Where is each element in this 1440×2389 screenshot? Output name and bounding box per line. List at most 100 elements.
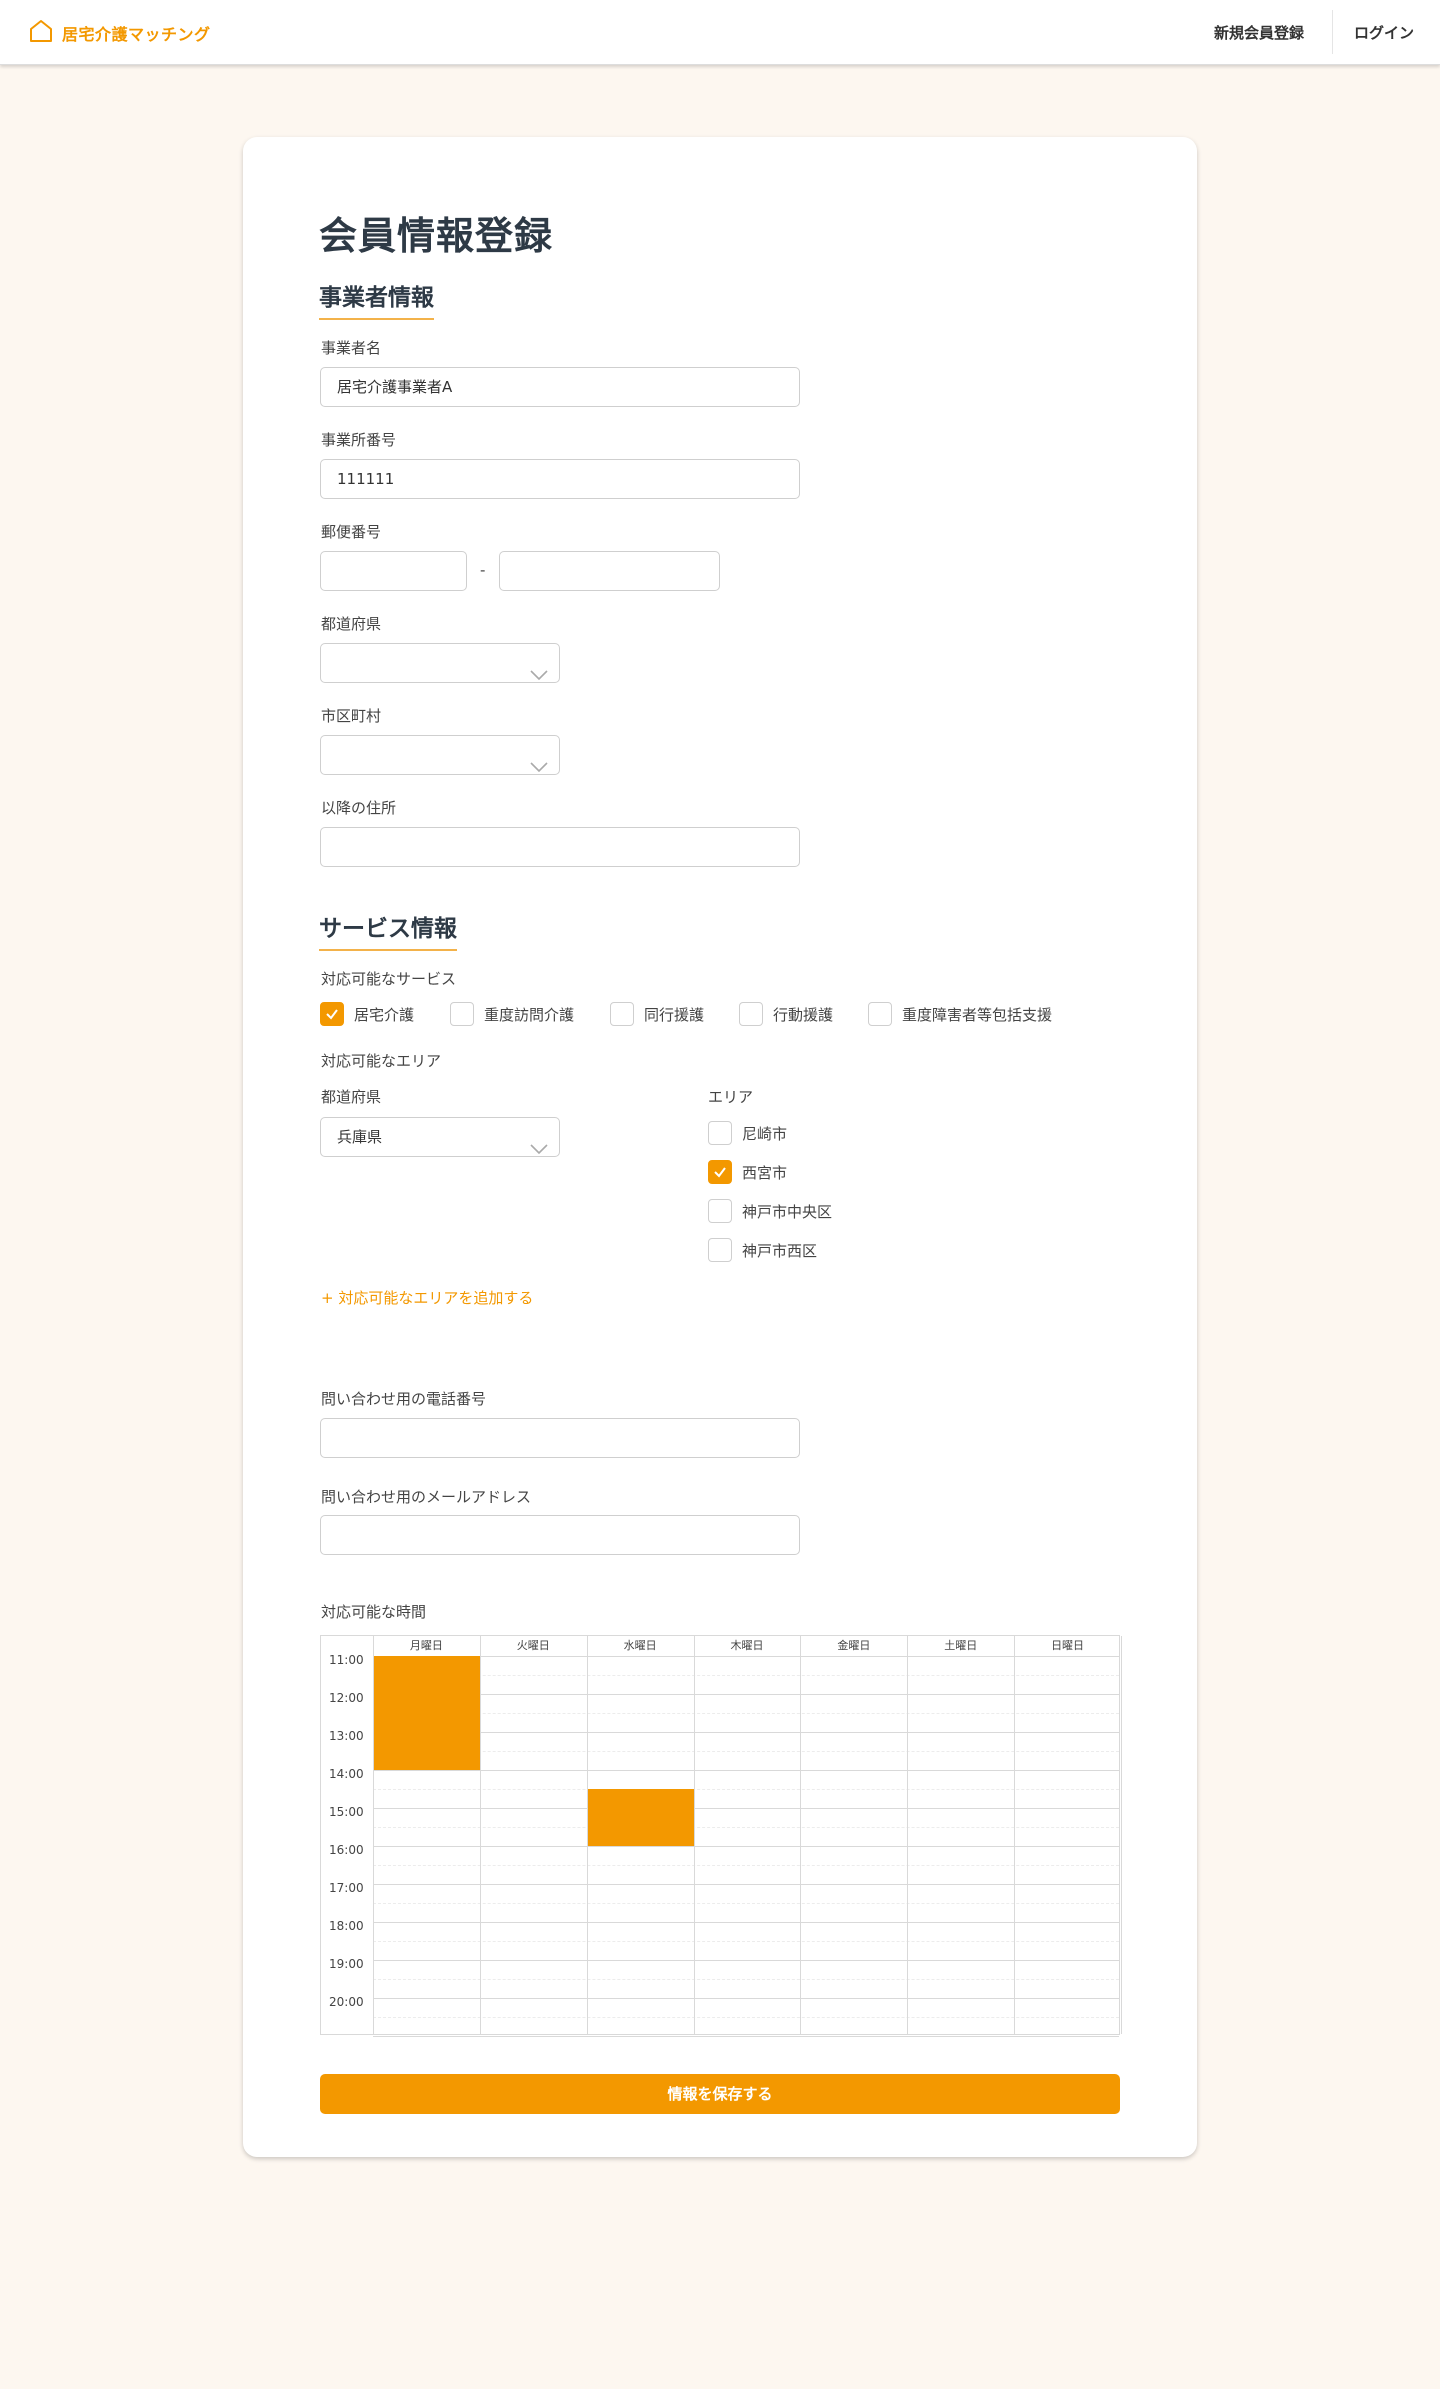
grid-column-line (800, 1636, 802, 2034)
postal-code-second-input[interactable] (499, 551, 720, 591)
chevron-down-icon (529, 1131, 549, 1169)
email-input[interactable] (320, 1515, 800, 1555)
day-header: 金曜日 (837, 1639, 871, 1652)
day-header: 水曜日 (623, 1639, 657, 1652)
day-header: 火曜日 (516, 1639, 550, 1652)
grid-line (373, 1846, 1119, 1847)
checkbox[interactable] (739, 1002, 763, 1026)
time-label: 14:00 (329, 1767, 364, 1781)
grid-line (373, 1827, 1119, 1828)
prefecture-select[interactable] (320, 643, 560, 683)
area-checkbox-0[interactable]: 尼崎市 (708, 1121, 787, 1145)
city-label: 市区町村 (321, 707, 382, 725)
add-area-link[interactable]: + 対応可能なエリアを追加する (321, 1287, 533, 1308)
grid-line (373, 2036, 1119, 2037)
services-label: 対応可能なサービス (321, 970, 457, 988)
address-label: 以降の住所 (321, 799, 397, 817)
checkbox[interactable] (708, 1199, 732, 1223)
day-header: 日曜日 (1051, 1639, 1085, 1652)
service-section-title: サービス情報 (319, 909, 457, 951)
grid-line (373, 1808, 1119, 1809)
grid-line (373, 1941, 1119, 1942)
checkbox[interactable] (708, 1121, 732, 1145)
grid-line (373, 1922, 1119, 1923)
grid-line (373, 1979, 1119, 1980)
grid-line (373, 1884, 1119, 1885)
checkbox[interactable] (610, 1002, 634, 1026)
service-label: 行動援護 (773, 1005, 834, 1024)
time-label: 15:00 (329, 1805, 364, 1819)
grid-column-line (1121, 1636, 1122, 2034)
area-checkbox-1[interactable]: 西宮市 (708, 1160, 787, 1184)
house-icon (28, 18, 54, 48)
business-name-label: 事業者名 (321, 339, 382, 357)
service-checkbox-3[interactable]: 行動援護 (739, 1002, 833, 1026)
postal-code-label: 郵便番号 (321, 523, 382, 541)
address-input[interactable] (320, 827, 800, 867)
day-header: 月曜日 (409, 1639, 443, 1652)
grid-line (373, 1789, 1119, 1790)
area-label: 対応可能なエリア (321, 1052, 442, 1070)
service-checkbox-0[interactable]: 居宅介護 (320, 1002, 414, 1026)
area-name: 西宮市 (742, 1163, 788, 1182)
day-header: 木曜日 (730, 1639, 764, 1652)
area-prefecture-select[interactable]: 兵庫県 (320, 1117, 560, 1157)
business-section-title: 事業者情報 (319, 278, 434, 320)
save-button[interactable]: 情報を保存する (320, 2074, 1120, 2114)
time-label: 11:00 (329, 1653, 364, 1667)
service-checkbox-2[interactable]: 同行援護 (610, 1002, 704, 1026)
grid-column-line (693, 1636, 695, 2034)
register-link[interactable]: 新規会員登録 (1214, 22, 1304, 43)
schedule-grid[interactable]: 月曜日 火曜日 水曜日 木曜日 金曜日 土曜日 日曜日 11:00 12:00 13:00 14:0… (320, 1635, 1122, 2037)
checkbox-checked[interactable] (320, 1002, 344, 1026)
time-label: 17:00 (329, 1881, 364, 1895)
office-number-label: 事業所番号 (321, 431, 397, 449)
service-label: 重度訪問介護 (484, 1005, 575, 1024)
phone-input[interactable] (320, 1418, 800, 1458)
area-list-label: エリア (708, 1088, 754, 1106)
grid-line (373, 1770, 1119, 1771)
grid-line (373, 1998, 1119, 1999)
brand-logo[interactable]: 居宅介護マッチング (28, 18, 211, 48)
area-prefecture-label: 都道府県 (321, 1088, 382, 1106)
checkbox[interactable] (708, 1238, 732, 1262)
time-label: 13:00 (329, 1729, 364, 1743)
checkbox-checked[interactable] (708, 1160, 732, 1184)
availability-block[interactable] (587, 1789, 694, 1846)
chevron-down-icon (529, 657, 549, 695)
area-prefecture-value: 兵庫県 (337, 1128, 383, 1146)
grid-line (373, 2017, 1119, 2018)
grid-column-line (1014, 1636, 1016, 2034)
service-checkbox-1[interactable]: 重度訪問介護 (450, 1002, 574, 1026)
email-label: 問い合わせ用のメールアドレス (321, 1488, 532, 1506)
time-label: 19:00 (329, 1957, 364, 1971)
phone-label: 問い合わせ用の電話番号 (321, 1390, 487, 1408)
postal-code-separator: - (480, 561, 486, 579)
grid-line (373, 1713, 1119, 1714)
checkbox[interactable] (868, 1002, 892, 1026)
grid-line (373, 1675, 1119, 1676)
grid-line (373, 1732, 1119, 1733)
login-link[interactable]: ログイン (1354, 22, 1414, 43)
service-label: 居宅介護 (354, 1005, 415, 1024)
grid-line (373, 1865, 1119, 1866)
time-label: 12:00 (329, 1691, 364, 1705)
time-label: 18:00 (329, 1919, 364, 1933)
area-name: 神戸市中央区 (742, 1202, 833, 1221)
city-select[interactable] (320, 735, 560, 775)
area-checkbox-3[interactable]: 神戸市西区 (708, 1238, 817, 1262)
area-checkbox-2[interactable]: 神戸市中央区 (708, 1199, 832, 1223)
availability-block[interactable] (374, 1656, 480, 1770)
checkbox[interactable] (450, 1002, 474, 1026)
registration-card: 会員情報登録 事業者情報 事業者名 居宅介護事業者A 事業所番号 111111 … (243, 137, 1197, 2157)
grid-line (373, 1751, 1119, 1752)
nav-divider (1332, 10, 1333, 54)
office-number-input[interactable]: 111111 (320, 459, 800, 499)
postal-code-first-input[interactable] (320, 551, 467, 591)
area-name: 尼崎市 (742, 1124, 788, 1143)
grid-column-line (479, 1636, 481, 2034)
service-checkbox-4[interactable]: 重度障害者等包括支援 (868, 1002, 1052, 1026)
prefecture-label: 都道府県 (321, 615, 382, 633)
chevron-down-icon (529, 749, 549, 787)
business-name-input[interactable]: 居宅介護事業者A (320, 367, 800, 407)
